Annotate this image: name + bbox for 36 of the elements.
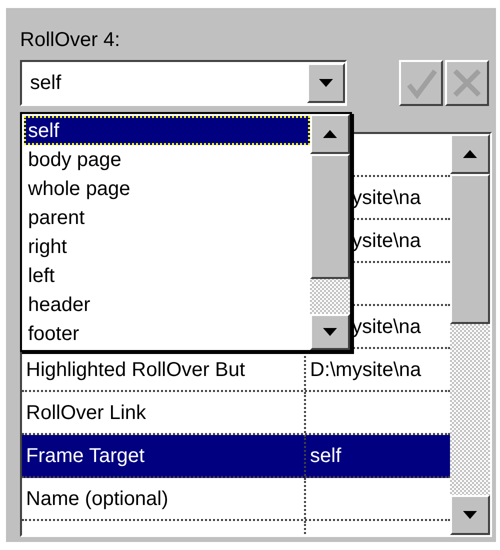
frame-target-dropdown[interactable]: self bbox=[20, 60, 347, 106]
property-value: ysite\na bbox=[352, 186, 421, 210]
property-value: D:\mysite\na bbox=[310, 358, 422, 382]
grid-row[interactable]: Frame Target self bbox=[22, 435, 450, 478]
property-name: RollOver Link bbox=[26, 400, 146, 426]
scroll-up-button[interactable] bbox=[310, 114, 350, 154]
scrollbar[interactable] bbox=[450, 134, 490, 535]
up-arrow-icon bbox=[463, 150, 478, 158]
scroll-down-button[interactable] bbox=[310, 314, 350, 350]
property-name: Name (optional) bbox=[26, 486, 168, 512]
dropdown-button[interactable] bbox=[307, 63, 345, 103]
dropdown-option[interactable]: whole page bbox=[24, 174, 310, 203]
property-name: Highlighted RollOver But bbox=[26, 358, 245, 382]
property-name: Frame Target bbox=[26, 444, 145, 468]
down-arrow-icon bbox=[323, 328, 337, 336]
dropdown-option[interactable]: body page bbox=[24, 145, 310, 174]
up-arrow-icon bbox=[323, 130, 337, 138]
scroll-up-button[interactable] bbox=[450, 134, 490, 174]
cross-icon bbox=[451, 67, 483, 99]
down-arrow-icon bbox=[319, 79, 333, 87]
property-value: ysite\na bbox=[352, 228, 421, 254]
check-icon bbox=[405, 67, 437, 99]
dropdown-option[interactable]: right bbox=[24, 232, 310, 261]
dropdown-option[interactable]: footer bbox=[24, 319, 310, 348]
down-arrow-icon bbox=[463, 511, 478, 519]
field-label: RollOver 4: bbox=[20, 28, 122, 53]
scrollbar[interactable] bbox=[310, 114, 350, 350]
dropdown-option[interactable]: parent bbox=[24, 203, 310, 232]
scroll-down-button[interactable] bbox=[450, 495, 490, 535]
dropdown-option[interactable]: header bbox=[24, 290, 310, 319]
dropdown-option[interactable]: left bbox=[24, 261, 310, 290]
property-value: ysite\na bbox=[352, 314, 421, 340]
scrollbar-thumb[interactable] bbox=[310, 154, 350, 279]
property-value: self bbox=[310, 444, 342, 468]
scrollbar-thumb[interactable] bbox=[450, 174, 490, 324]
dropdown-option[interactable]: self bbox=[24, 116, 310, 145]
